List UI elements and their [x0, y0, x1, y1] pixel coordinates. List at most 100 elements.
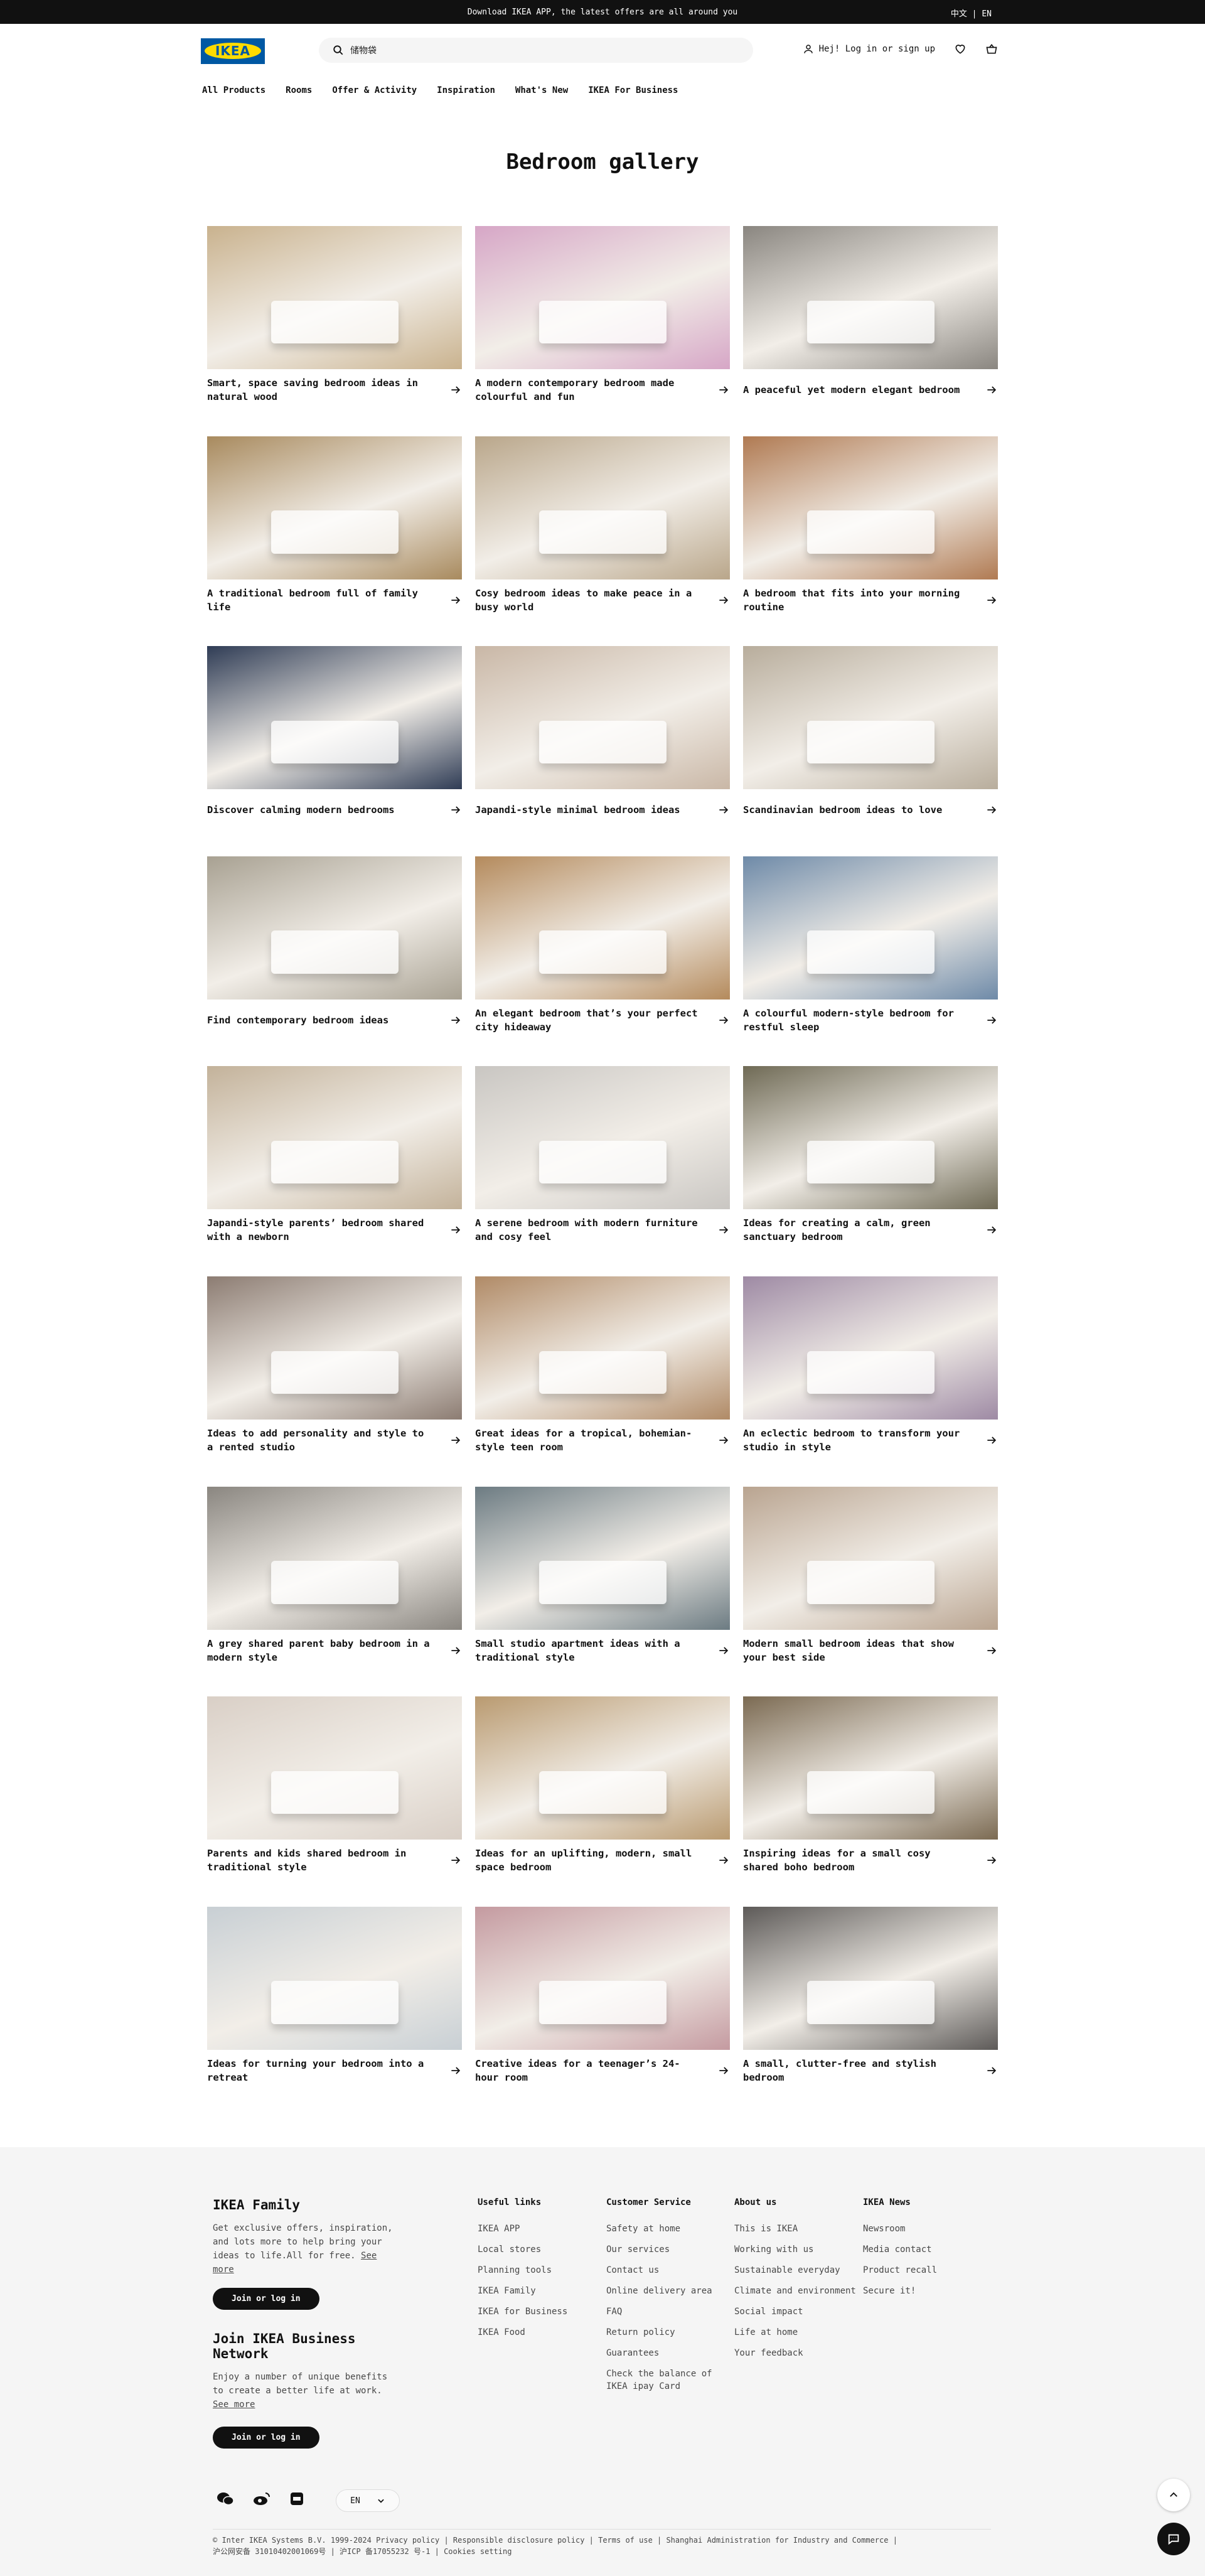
- arrow-right-icon[interactable]: [449, 1854, 462, 1867]
- search-bar[interactable]: [319, 38, 753, 63]
- bedroom-photo[interactable]: [743, 226, 998, 369]
- language-select[interactable]: EN: [336, 2489, 400, 2512]
- footer-link[interactable]: Check the balance of IKEA ipay Card: [606, 2368, 732, 2393]
- footer-link[interactable]: Media contact: [863, 2243, 937, 2256]
- card-caption[interactable]: Discover calming modern bedrooms: [207, 789, 462, 827]
- arrow-right-icon[interactable]: [449, 1434, 462, 1447]
- login-link[interactable]: Hej! Log in or sign up: [803, 43, 935, 55]
- gallery-card[interactable]: Cosy bedroom ideas to make peace in a bu…: [475, 436, 730, 647]
- card-caption[interactable]: Cosy bedroom ideas to make peace in a bu…: [475, 579, 730, 617]
- card-caption[interactable]: Ideas for turning your bedroom into a re…: [207, 2050, 462, 2088]
- gallery-card[interactable]: Ideas for an uplifting, modern, small sp…: [475, 1696, 730, 1907]
- card-caption[interactable]: A grey shared parent baby bedroom in a m…: [207, 1630, 462, 1668]
- card-caption[interactable]: Japandi-style minimal bedroom ideas: [475, 789, 730, 827]
- footer-link[interactable]: Online delivery area: [606, 2285, 732, 2297]
- gallery-card[interactable]: A colourful modern-style bedroom for res…: [743, 856, 998, 1067]
- arrow-right-icon[interactable]: [717, 804, 730, 816]
- weibo-icon[interactable]: [253, 2491, 270, 2506]
- card-caption[interactable]: A bedroom that fits into your morning ro…: [743, 579, 998, 617]
- bedroom-photo[interactable]: [743, 1906, 998, 2050]
- bedroom-photo[interactable]: [207, 1906, 462, 2050]
- bedroom-photo[interactable]: [743, 1066, 998, 1210]
- card-caption[interactable]: Small studio apartment ideas with a trad…: [475, 1630, 730, 1668]
- arrow-right-icon[interactable]: [985, 594, 998, 606]
- arrow-right-icon[interactable]: [717, 1854, 730, 1867]
- card-caption[interactable]: Ideas to add personality and style to a …: [207, 1420, 462, 1457]
- footer-link[interactable]: Our services: [606, 2243, 732, 2256]
- footer-link[interactable]: Secure it!: [863, 2285, 937, 2297]
- family-join-button[interactable]: Join or log in: [213, 2288, 319, 2310]
- arrow-right-icon[interactable]: [985, 804, 998, 816]
- arrow-right-icon[interactable]: [717, 1434, 730, 1447]
- gallery-card[interactable]: A grey shared parent baby bedroom in a m…: [207, 1486, 462, 1697]
- bedroom-photo[interactable]: [207, 1486, 462, 1630]
- bedroom-photo[interactable]: [743, 856, 998, 1000]
- bedroom-photo[interactable]: [475, 646, 730, 790]
- card-caption[interactable]: Find contemporary bedroom ideas: [207, 1000, 462, 1037]
- gallery-card[interactable]: Great ideas for a tropical, bohemian-sty…: [475, 1276, 730, 1487]
- wechat-icon[interactable]: [217, 2491, 234, 2506]
- legal-line-2[interactable]: 沪公网安备 31010402001069号 | 沪ICP 备17055232 号…: [213, 2546, 991, 2557]
- arrow-right-icon[interactable]: [449, 1224, 462, 1236]
- gallery-card[interactable]: A bedroom that fits into your morning ro…: [743, 436, 998, 647]
- gallery-card[interactable]: A traditional bedroom full of family lif…: [207, 436, 462, 647]
- bedroom-photo[interactable]: [207, 646, 462, 790]
- footer-link[interactable]: Working with us: [734, 2243, 856, 2256]
- business-see-more-link[interactable]: See more: [213, 2400, 255, 2410]
- gallery-card[interactable]: A serene bedroom with modern furniture a…: [475, 1066, 730, 1276]
- footer-link[interactable]: Newsroom: [863, 2223, 937, 2235]
- footer-link[interactable]: Product recall: [863, 2264, 937, 2277]
- bedroom-photo[interactable]: [743, 1276, 998, 1420]
- nav-all-products[interactable]: All Products: [202, 85, 265, 95]
- card-caption[interactable]: Parents and kids shared bedroom in tradi…: [207, 1840, 462, 1877]
- back-to-top-button[interactable]: [1157, 2479, 1190, 2511]
- card-caption[interactable]: A modern contemporary bedroom made colou…: [475, 369, 730, 407]
- bedroom-photo[interactable]: [743, 1696, 998, 1840]
- bedroom-photo[interactable]: [207, 856, 462, 1000]
- ikea-logo[interactable]: IKEA: [201, 38, 265, 64]
- gallery-card[interactable]: An eclectic bedroom to transform your st…: [743, 1276, 998, 1487]
- bedroom-photo[interactable]: [475, 856, 730, 1000]
- arrow-right-icon[interactable]: [717, 594, 730, 606]
- gallery-card[interactable]: A small, clutter-free and stylish bedroo…: [743, 1906, 998, 2117]
- footer-link[interactable]: Safety at home: [606, 2223, 732, 2235]
- bedroom-photo[interactable]: [743, 436, 998, 579]
- bedroom-photo[interactable]: [475, 1066, 730, 1210]
- arrow-right-icon[interactable]: [449, 384, 462, 396]
- card-caption[interactable]: An elegant bedroom that’s your perfect c…: [475, 1000, 730, 1037]
- gallery-card[interactable]: Smart, space saving bedroom ideas in nat…: [207, 226, 462, 436]
- gallery-card[interactable]: Inspiring ideas for a small cosy shared …: [743, 1696, 998, 1907]
- card-caption[interactable]: Modern small bedroom ideas that show you…: [743, 1630, 998, 1668]
- chat-button[interactable]: [1157, 2523, 1190, 2555]
- bedroom-photo[interactable]: [475, 1906, 730, 2050]
- gallery-card[interactable]: Japandi-style parents’ bedroom shared wi…: [207, 1066, 462, 1276]
- nav-inspiration[interactable]: Inspiration: [437, 85, 495, 95]
- card-caption[interactable]: Scandinavian bedroom ideas to love: [743, 789, 998, 827]
- gallery-card[interactable]: Ideas to add personality and style to a …: [207, 1276, 462, 1487]
- nav-whats-new[interactable]: What's New: [515, 85, 568, 95]
- footer-link[interactable]: This is IKEA: [734, 2223, 856, 2235]
- footer-link[interactable]: Planning tools: [478, 2264, 567, 2277]
- arrow-right-icon[interactable]: [985, 1434, 998, 1447]
- arrow-right-icon[interactable]: [449, 1014, 462, 1027]
- arrow-right-icon[interactable]: [449, 804, 462, 816]
- footer-link[interactable]: Local stores: [478, 2243, 567, 2256]
- gallery-card[interactable]: Small studio apartment ideas with a trad…: [475, 1486, 730, 1697]
- arrow-right-icon[interactable]: [717, 1644, 730, 1657]
- heart-icon[interactable]: [954, 43, 967, 55]
- card-caption[interactable]: Creative ideas for a teenager’s 24-hour …: [475, 2050, 730, 2088]
- bedroom-photo[interactable]: [475, 436, 730, 579]
- legal-line-1[interactable]: © Inter IKEA Systems B.V. 1999-2024 Priv…: [213, 2535, 991, 2546]
- gallery-card[interactable]: A modern contemporary bedroom made colou…: [475, 226, 730, 436]
- card-caption[interactable]: A peaceful yet modern elegant bedroom: [743, 369, 998, 407]
- card-caption[interactable]: Inspiring ideas for a small cosy shared …: [743, 1840, 998, 1877]
- footer-link[interactable]: Return policy: [606, 2326, 732, 2339]
- arrow-right-icon[interactable]: [717, 384, 730, 396]
- card-caption[interactable]: Ideas for creating a calm, green sanctua…: [743, 1209, 998, 1247]
- arrow-right-icon[interactable]: [449, 594, 462, 606]
- gallery-card[interactable]: Japandi-style minimal bedroom ideas: [475, 646, 730, 856]
- gallery-card[interactable]: An elegant bedroom that’s your perfect c…: [475, 856, 730, 1067]
- gallery-card[interactable]: Creative ideas for a teenager’s 24-hour …: [475, 1906, 730, 2117]
- arrow-right-icon[interactable]: [717, 1224, 730, 1236]
- bedroom-photo[interactable]: [743, 646, 998, 790]
